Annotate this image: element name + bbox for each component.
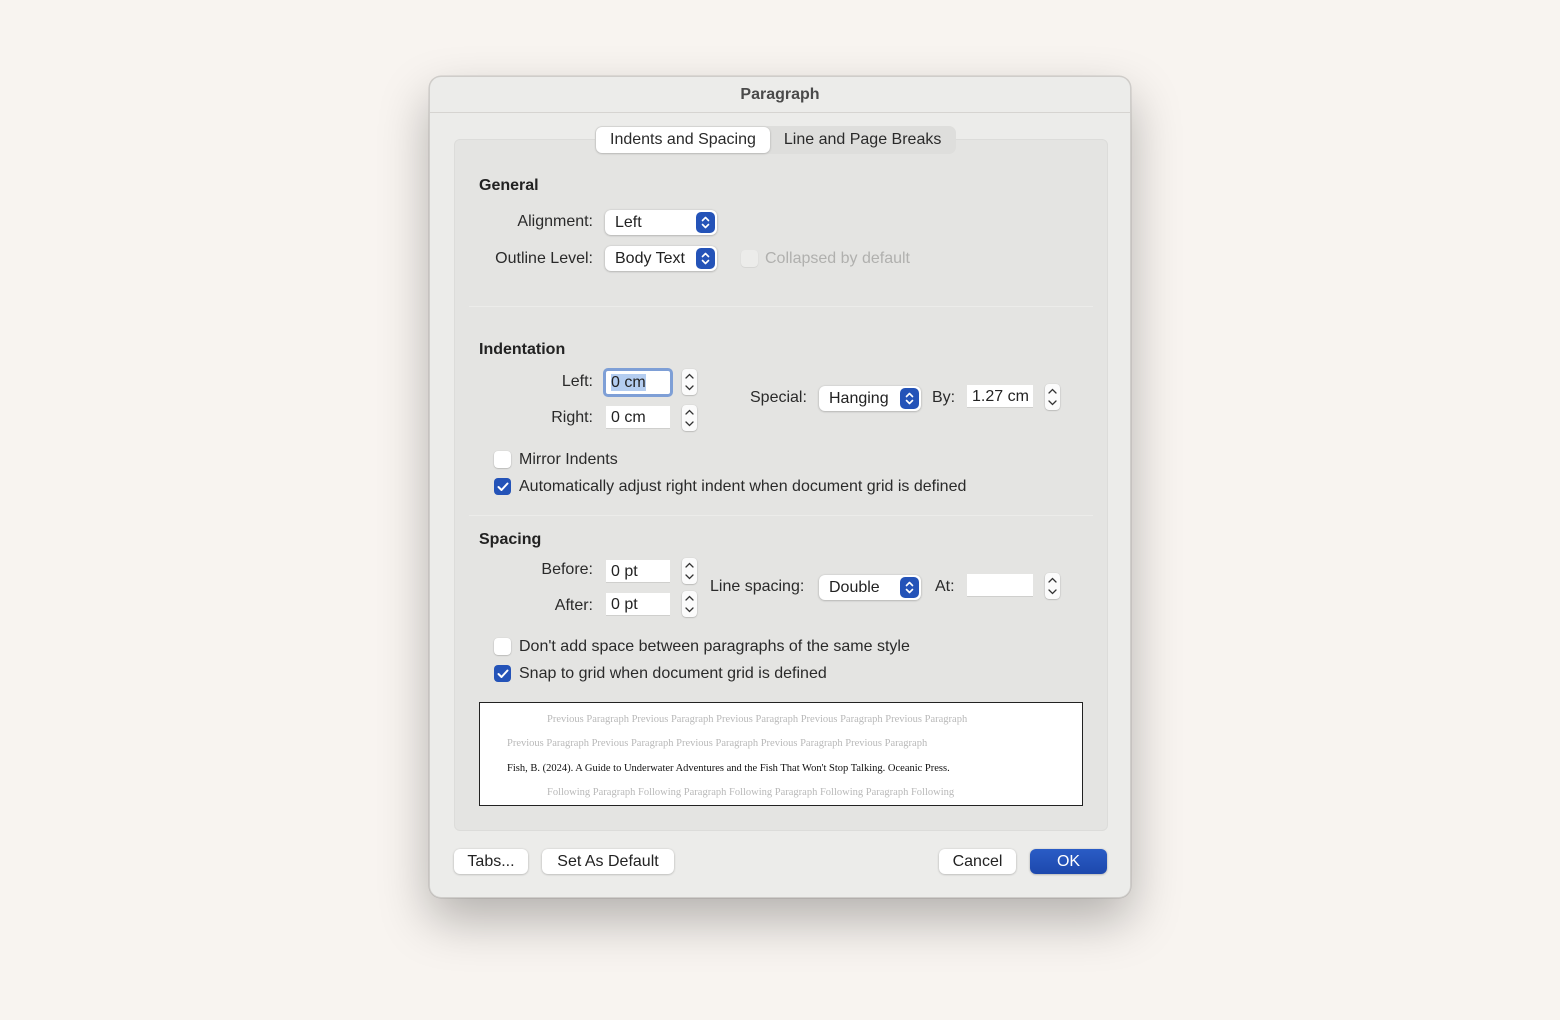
indentation-section-title: Indentation bbox=[479, 341, 566, 358]
chevron-down-icon[interactable] bbox=[685, 571, 694, 583]
by-input[interactable]: 1.27 cm bbox=[967, 385, 1033, 408]
paragraph-dialog: Paragraph General Alignment: Left Outlin… bbox=[429, 76, 1131, 898]
right-indent-stepper[interactable] bbox=[682, 405, 697, 431]
chevron-up-down-icon bbox=[696, 248, 715, 269]
chevron-up-down-icon bbox=[900, 577, 919, 598]
chevron-down-icon[interactable] bbox=[1048, 586, 1057, 598]
set-as-default-button[interactable]: Set As Default bbox=[542, 849, 674, 874]
tab-indents-and-spacing[interactable]: Indents and Spacing bbox=[596, 127, 770, 153]
auto-adjust-label: Automatically adjust right indent when d… bbox=[519, 478, 967, 495]
preview-previous-line-1: Previous Paragraph Previous Paragraph Pr… bbox=[547, 714, 968, 725]
right-indent-label: Right: bbox=[551, 409, 593, 426]
tabs-button[interactable]: Tabs... bbox=[454, 849, 528, 874]
left-indent-stepper[interactable] bbox=[682, 369, 697, 395]
checkmark-icon bbox=[497, 669, 508, 678]
preview-following-line: Following Paragraph Following Paragraph … bbox=[547, 787, 955, 798]
tab-bar: Indents and Spacing Line and Page Breaks bbox=[595, 126, 957, 154]
by-stepper[interactable] bbox=[1045, 384, 1060, 410]
alignment-value: Left bbox=[615, 214, 642, 231]
chevron-up-down-icon bbox=[900, 388, 919, 409]
general-section-title: General bbox=[479, 177, 539, 194]
line-spacing-label: Line spacing: bbox=[710, 578, 805, 595]
collapsed-by-default-label: Collapsed by default bbox=[765, 250, 910, 267]
after-stepper[interactable] bbox=[682, 591, 697, 617]
chevron-up-icon[interactable] bbox=[685, 406, 694, 418]
before-label: Before: bbox=[541, 561, 593, 578]
tab-content-panel: General Alignment: Left Outline Level: B… bbox=[454, 139, 1108, 831]
chevron-down-icon[interactable] bbox=[1048, 397, 1057, 409]
collapsed-by-default-checkbox[interactable] bbox=[741, 250, 758, 267]
chevron-down-icon[interactable] bbox=[685, 418, 694, 430]
dont-add-space-label: Don't add space between paragraphs of th… bbox=[519, 638, 910, 655]
at-stepper[interactable] bbox=[1045, 573, 1060, 599]
line-spacing-value: Double bbox=[829, 579, 880, 596]
by-value: 1.27 cm bbox=[972, 388, 1029, 405]
chevron-up-icon[interactable] bbox=[1048, 385, 1057, 397]
dont-add-space-checkbox[interactable] bbox=[494, 638, 511, 655]
ok-button[interactable]: OK bbox=[1030, 849, 1107, 874]
spacing-section-title: Spacing bbox=[479, 531, 542, 548]
section-divider bbox=[469, 515, 1093, 516]
section-divider bbox=[469, 306, 1093, 307]
line-spacing-select[interactable]: Double bbox=[819, 575, 921, 600]
special-select[interactable]: Hanging bbox=[819, 386, 921, 411]
snap-to-grid-checkbox[interactable] bbox=[494, 665, 511, 682]
cancel-button[interactable]: Cancel bbox=[939, 849, 1016, 874]
by-label: By: bbox=[932, 389, 956, 406]
at-input[interactable] bbox=[967, 574, 1033, 597]
before-input[interactable]: 0 pt bbox=[606, 560, 670, 583]
left-indent-input[interactable]: 0 cm bbox=[603, 368, 673, 397]
checkmark-icon bbox=[497, 482, 508, 491]
chevron-up-icon[interactable] bbox=[685, 370, 694, 382]
special-label: Special: bbox=[750, 389, 807, 406]
outline-level-select[interactable]: Body Text bbox=[605, 246, 717, 271]
preview-previous-line-2: Previous Paragraph Previous Paragraph Pr… bbox=[507, 738, 928, 749]
chevron-down-icon[interactable] bbox=[685, 382, 694, 394]
after-input[interactable]: 0 pt bbox=[606, 593, 670, 616]
chevron-up-icon[interactable] bbox=[1048, 574, 1057, 586]
right-indent-input[interactable]: 0 cm bbox=[606, 406, 670, 429]
chevron-up-icon[interactable] bbox=[685, 559, 694, 571]
before-value: 0 pt bbox=[611, 563, 638, 580]
chevron-up-down-icon bbox=[696, 212, 715, 233]
at-label: At: bbox=[935, 578, 955, 595]
right-indent-value: 0 cm bbox=[611, 409, 646, 426]
mirror-indents-label: Mirror Indents bbox=[519, 451, 618, 468]
dialog-title: Paragraph bbox=[430, 77, 1130, 113]
snap-to-grid-label: Snap to grid when document grid is defin… bbox=[519, 665, 827, 682]
special-value: Hanging bbox=[829, 390, 889, 407]
outline-level-value: Body Text bbox=[615, 250, 685, 267]
paragraph-preview: Previous Paragraph Previous Paragraph Pr… bbox=[479, 702, 1083, 806]
alignment-select[interactable]: Left bbox=[605, 210, 717, 235]
preview-current-paragraph: Fish, B. (2024). A Guide to Underwater A… bbox=[507, 763, 950, 774]
chevron-up-icon[interactable] bbox=[685, 592, 694, 604]
alignment-label: Alignment: bbox=[517, 213, 593, 230]
mirror-indents-checkbox[interactable] bbox=[494, 451, 511, 468]
after-value: 0 pt bbox=[611, 596, 638, 613]
before-stepper[interactable] bbox=[682, 558, 697, 584]
tab-line-and-page-breaks[interactable]: Line and Page Breaks bbox=[770, 127, 955, 153]
auto-adjust-checkbox[interactable] bbox=[494, 478, 511, 495]
chevron-down-icon[interactable] bbox=[685, 604, 694, 616]
outline-level-label: Outline Level: bbox=[495, 250, 593, 267]
left-indent-label: Left: bbox=[561, 373, 593, 390]
after-label: After: bbox=[554, 597, 593, 614]
left-indent-value: 0 cm bbox=[611, 374, 646, 391]
